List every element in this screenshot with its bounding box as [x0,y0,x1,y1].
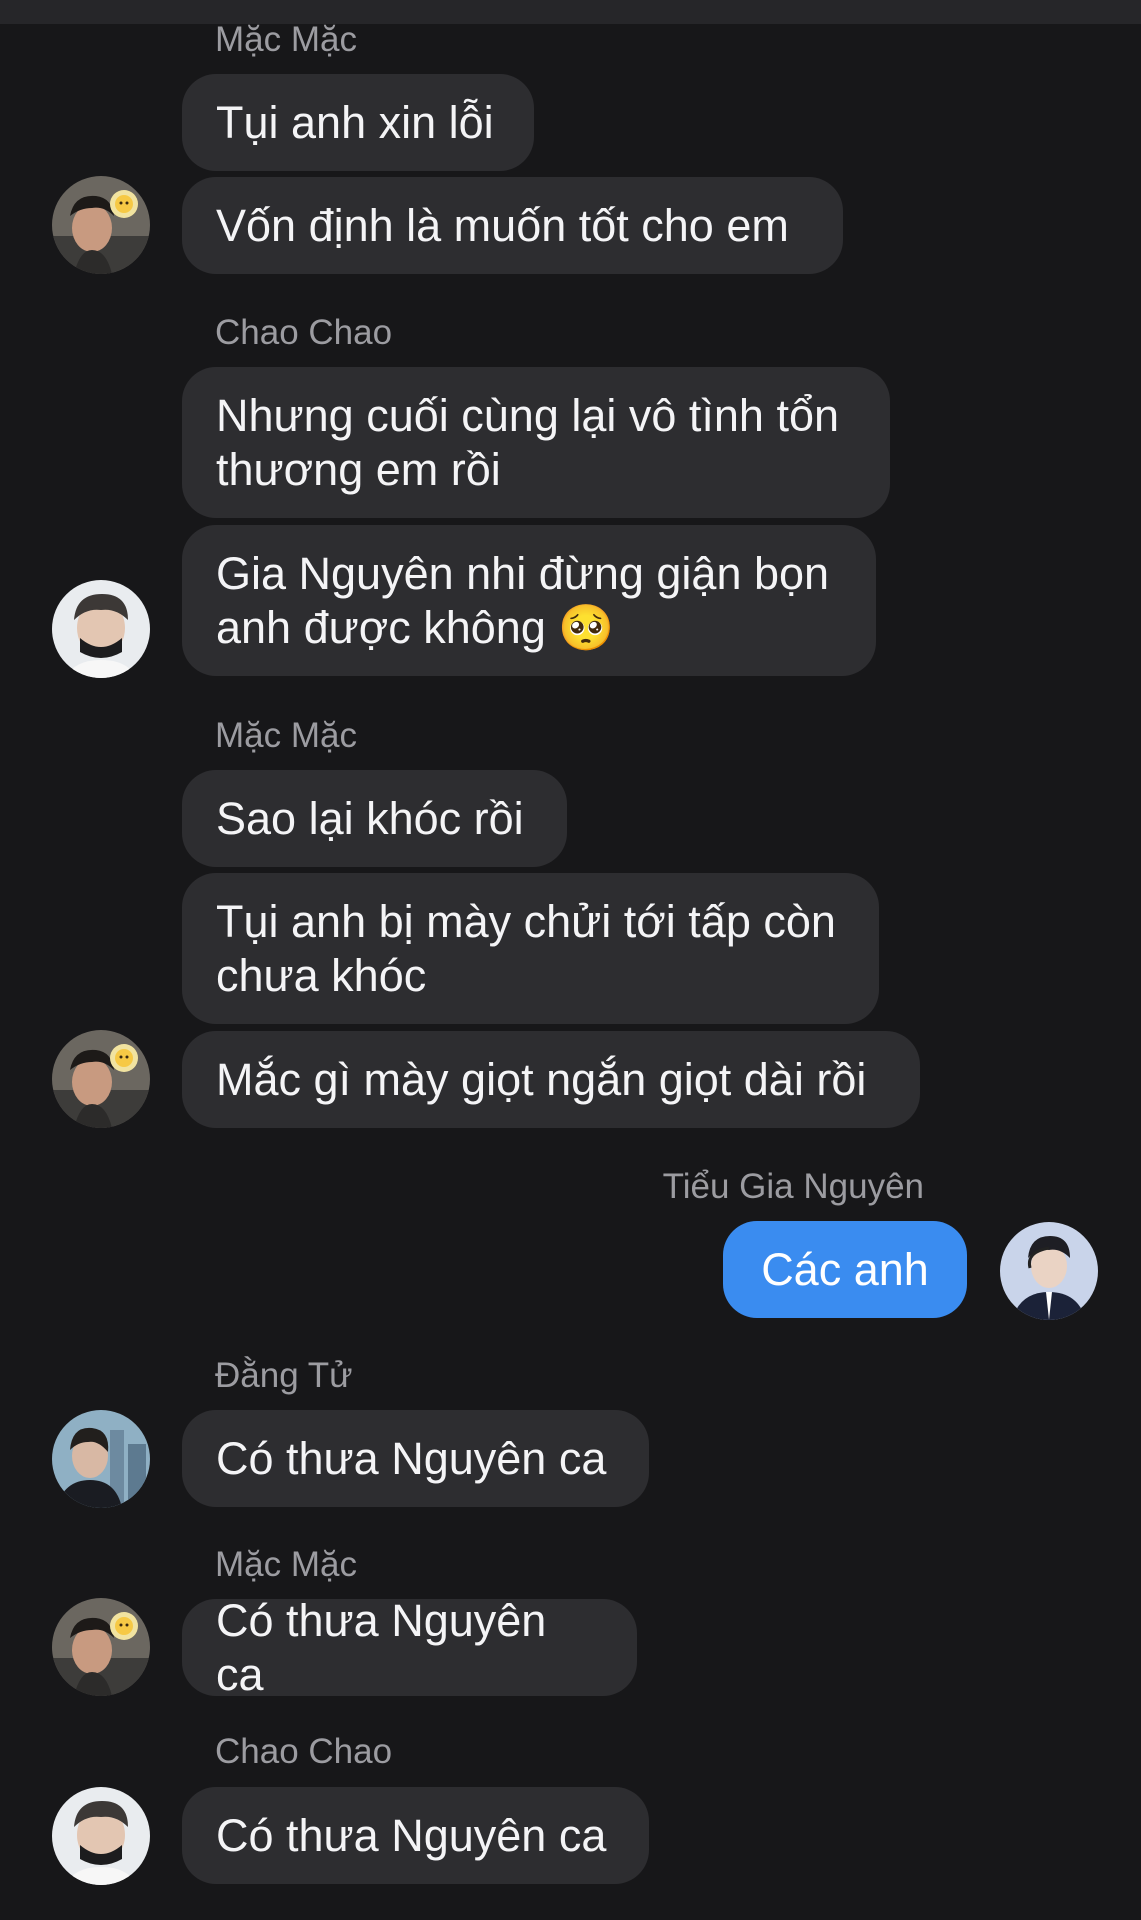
person-with-mask-icon [52,580,150,678]
message-text: Gia Nguyên nhi đừng giận bọn anh được kh… [216,547,830,653]
message-bubble[interactable]: Gia Nguyên nhi đừng giận bọn anh được kh… [182,525,876,676]
message-bubble[interactable]: Mắc gì mày giọt ngắn giọt dài rồi [182,1031,920,1128]
avatar-chao-chao[interactable] [52,1787,150,1885]
message-text: Các anh [761,1243,929,1295]
message-bubble-outgoing[interactable]: Các anh [723,1221,967,1318]
sender-name: Chao Chao [215,1732,393,1771]
avatar-chao-chao[interactable] [52,580,150,678]
sender-name: Đằng Tử [215,1356,353,1395]
avatar-mac-mac[interactable] [52,1598,150,1696]
message-bubble[interactable]: Tụi anh bị mày chửi tới tấp còn chưa khó… [182,873,879,1024]
person-city-background-icon [52,1410,150,1508]
person-with-sun-sticker-icon [52,1030,150,1128]
message-text: Tụi anh xin lỗi [216,96,494,148]
message-bubble[interactable]: Có thưa Nguyên ca [182,1787,649,1884]
message-text: Có thưa Nguyên ca [216,1809,607,1861]
chat-thread[interactable]: Mặc Mặc Tụi anh xin lỗi Vốn định là muốn… [0,0,1141,1920]
message-bubble[interactable]: Vốn định là muốn tốt cho em [182,177,843,274]
message-text: Có thưa Nguyên ca [216,1594,547,1700]
person-with-sun-sticker-icon [52,176,150,274]
avatar-dang-tu[interactable] [52,1410,150,1508]
sender-name: Tiểu Gia Nguyên [662,1167,924,1206]
message-text: Có thưa Nguyên ca [216,1432,607,1484]
sender-name: Mặc Mặc [215,20,357,59]
message-bubble[interactable]: Có thưa Nguyên ca [182,1595,637,1700]
person-with-mask-icon [52,1787,150,1885]
message-bubble[interactable]: Nhưng cuối cùng lại vô tình tổn thương e… [182,367,890,518]
sender-name: Mặc Mặc [215,1545,357,1584]
message-text: Nhưng cuối cùng lại vô tình tổn thương e… [216,389,840,495]
message-bubble[interactable]: Tụi anh xin lỗi [182,74,534,171]
avatar-mac-mac[interactable] [52,1030,150,1128]
message-text: Tụi anh bị mày chửi tới tấp còn chưa khó… [216,895,836,1001]
sender-name: Chao Chao [215,313,393,352]
message-text: Sao lại khóc rồi [216,792,524,844]
avatar-mac-mac[interactable] [52,176,150,274]
message-bubble[interactable]: Sao lại khóc rồi [182,770,567,867]
message-text: Vốn định là muốn tốt cho em [216,199,789,251]
person-with-sun-sticker-icon [52,1598,150,1696]
avatar-tieu-gia-nguyen[interactable] [1000,1222,1098,1320]
message-bubble[interactable]: Có thưa Nguyên ca [182,1410,649,1507]
sender-name: Mặc Mặc [215,716,357,755]
person-with-headset-icon [1000,1222,1098,1320]
message-text: Mắc gì mày giọt ngắn giọt dài rồi [216,1053,867,1105]
